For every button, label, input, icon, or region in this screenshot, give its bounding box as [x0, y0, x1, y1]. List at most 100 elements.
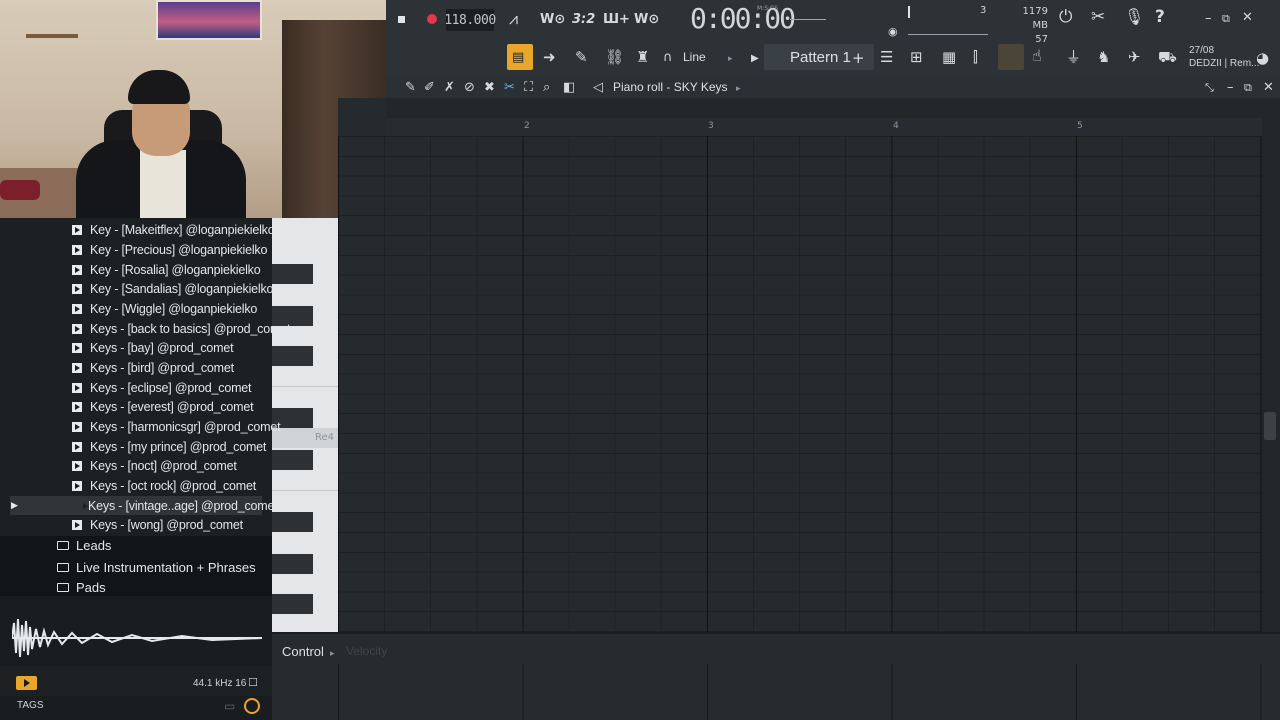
browser-item[interactable]: Keys - [eclipse] @prod_comet: [72, 378, 252, 397]
black-key[interactable]: [272, 554, 313, 574]
browser-item[interactable]: Keys - [harmonicsgr] @prod_comet: [72, 417, 281, 436]
power-icon[interactable]: ⏻: [1059, 9, 1072, 26]
globe-icon[interactable]: ◕: [1256, 50, 1269, 66]
black-key[interactable]: [272, 264, 313, 284]
channel-rack-icon[interactable]: ⊞: [910, 49, 923, 65]
pencil-icon[interactable]: ✎: [575, 49, 588, 65]
snap-mode-label[interactable]: Line: [683, 50, 706, 64]
select-tool-icon[interactable]: ⛶: [524, 80, 533, 96]
cut-icon[interactable]: ✂: [1091, 9, 1105, 26]
time-display[interactable]: 0:00:00: [690, 2, 796, 35]
plugin-icon[interactable]: ⏚: [1066, 49, 1081, 65]
pattern-step: 3: [980, 5, 987, 16]
sample-info-icon[interactable]: ☐: [248, 675, 258, 691]
browser-item[interactable]: Keys - [bird] @prod_comet: [72, 358, 234, 377]
browser-item[interactable]: Keys - [my prince] @prod_comet: [72, 437, 266, 456]
browser-list: Key - [Makeitflex] @loganpiekielko Key -…: [0, 218, 290, 536]
browser-item[interactable]: Keys - [wong] @prod_comet: [72, 515, 243, 534]
performance-icon[interactable]: ♞: [1097, 49, 1110, 65]
browser-item[interactable]: Key - [Precious] @loganpiekielko: [72, 240, 267, 259]
cart-icon[interactable]: ⛟: [1158, 49, 1177, 65]
browser-folder[interactable]: Live Instrumentation + Phrases: [57, 557, 256, 577]
pr-minimize-icon[interactable]: –: [1227, 80, 1234, 96]
memory-usage: 1179 MB 57: [1006, 5, 1048, 47]
timeline-ruler[interactable]: 2 3 4 5: [386, 118, 1262, 136]
play-preview-icon[interactable]: ▶: [11, 501, 18, 511]
mixer-icon[interactable]: ⫿: [973, 49, 978, 65]
browser-folder[interactable]: Pads: [57, 578, 106, 596]
piano-roll-icon[interactable]: ▦: [942, 49, 956, 65]
delete-tool-icon[interactable]: ✗: [444, 80, 455, 96]
playback-tool-icon[interactable]: ◧: [563, 80, 575, 96]
chevron-right-icon[interactable]: ▸: [736, 81, 741, 97]
browser-toggle-button[interactable]: [998, 44, 1024, 70]
slip-tool-icon[interactable]: ✖: [484, 80, 495, 96]
browser-item[interactable]: Key - [Makeitflex] @loganpiekielko: [72, 220, 275, 239]
speaker-icon[interactable]: ◁: [593, 80, 603, 96]
folder-open-icon[interactable]: ▭: [224, 698, 235, 714]
stamp-icon[interactable]: ♜: [636, 49, 649, 65]
metronome-icon[interactable]: ⩘: [509, 11, 518, 27]
playlist-icon[interactable]: ☰: [880, 49, 893, 65]
velocity-lane-label: Velocity: [346, 644, 388, 658]
minimize-icon[interactable]: –: [1205, 11, 1212, 27]
browser-folder[interactable]: Leads: [57, 535, 111, 555]
arrow-right-icon[interactable]: ➜: [543, 49, 556, 65]
browser-item[interactable]: Key - [Wiggle] @loganpiekielko: [72, 299, 257, 318]
browser-item[interactable]: Keys - [back to basics] @prod_comet: [72, 319, 290, 338]
control-selector[interactable]: Control: [282, 644, 324, 659]
close-icon[interactable]: ✕: [1242, 10, 1253, 26]
black-key[interactable]: [272, 346, 313, 366]
countdown-icon[interactable]: 3:2: [572, 12, 595, 28]
pencil-tool-icon[interactable]: ✎: [405, 80, 416, 96]
stop-button[interactable]: [392, 10, 410, 28]
hint-panel: 27/08 DEDZII | Rem...: [1189, 44, 1259, 70]
preview-play-button[interactable]: [16, 676, 37, 690]
bar-number: 2: [524, 121, 530, 131]
tempo-display[interactable]: 118.000: [444, 9, 496, 31]
link-icon[interactable]: ⛓: [605, 49, 624, 65]
pr-close-icon[interactable]: ✕: [1263, 80, 1274, 96]
record-button[interactable]: [423, 10, 441, 28]
play-arrow-icon[interactable]: ▶: [751, 51, 759, 67]
brush-tool-icon[interactable]: ✐: [424, 80, 435, 96]
slice-tool-icon[interactable]: ✂: [504, 80, 515, 96]
magnet-icon[interactable]: ∩: [663, 50, 673, 66]
browser-item[interactable]: Keys - [noct] @prod_comet: [72, 456, 237, 475]
black-key[interactable]: [272, 450, 313, 470]
wait-record-icon[interactable]: W⊙: [540, 12, 565, 28]
key-label: Re4: [315, 432, 335, 443]
loop-record-icon[interactable]: W⊙: [634, 12, 659, 28]
browser-item[interactable]: Keys - [oct rock] @prod_comet: [72, 476, 256, 495]
browser-item[interactable]: Key - [Rosalia] @loganpiekielko: [72, 260, 261, 279]
vertical-scrollbar[interactable]: [1262, 98, 1280, 632]
tags-label[interactable]: TAGS: [17, 700, 43, 711]
detach-icon[interactable]: ⤡: [1205, 80, 1214, 96]
piano-keyboard[interactable]: Re4: [272, 218, 338, 632]
piano-roll-title[interactable]: Piano roll - SKY Keys: [613, 80, 728, 94]
wall-shelf: [26, 34, 78, 38]
tools-icon[interactable]: ✈: [1128, 49, 1141, 65]
bar-number: 4: [893, 121, 899, 131]
pr-maximize-icon[interactable]: ⧉: [1244, 80, 1252, 96]
zoom-tool-icon[interactable]: ⌕: [543, 80, 550, 96]
browser-item[interactable]: Keys - [everest] @prod_comet: [72, 397, 254, 416]
search-icon[interactable]: [244, 698, 260, 714]
eye-icon[interactable]: ◉: [888, 24, 898, 40]
black-key[interactable]: [272, 594, 313, 614]
mute-tool-icon[interactable]: ⊘: [464, 80, 475, 96]
browser-item[interactable]: Keys - [bay] @prod_comet: [72, 338, 234, 357]
chevron-right-icon[interactable]: ▸: [330, 646, 335, 662]
add-pattern-button[interactable]: +: [852, 49, 865, 67]
help-icon[interactable]: ?: [1155, 9, 1165, 26]
restore-icon[interactable]: ⧉: [1222, 11, 1230, 27]
scrollbar-thumb[interactable]: [1264, 412, 1276, 440]
browser-item-selected[interactable]: Keys - [vintage..age] @prod_comet: [10, 496, 278, 515]
note-grid[interactable]: [338, 136, 1262, 632]
black-key[interactable]: [272, 512, 313, 532]
chevron-right-icon[interactable]: ▸: [728, 51, 733, 67]
browser-item[interactable]: Key - [Sandalias] @loganpiekielko: [72, 279, 273, 298]
velocity-grid[interactable]: [338, 664, 1262, 720]
step-edit-icon[interactable]: Ш+: [603, 12, 630, 28]
microphone-icon[interactable]: 🎙: [1124, 9, 1144, 25]
